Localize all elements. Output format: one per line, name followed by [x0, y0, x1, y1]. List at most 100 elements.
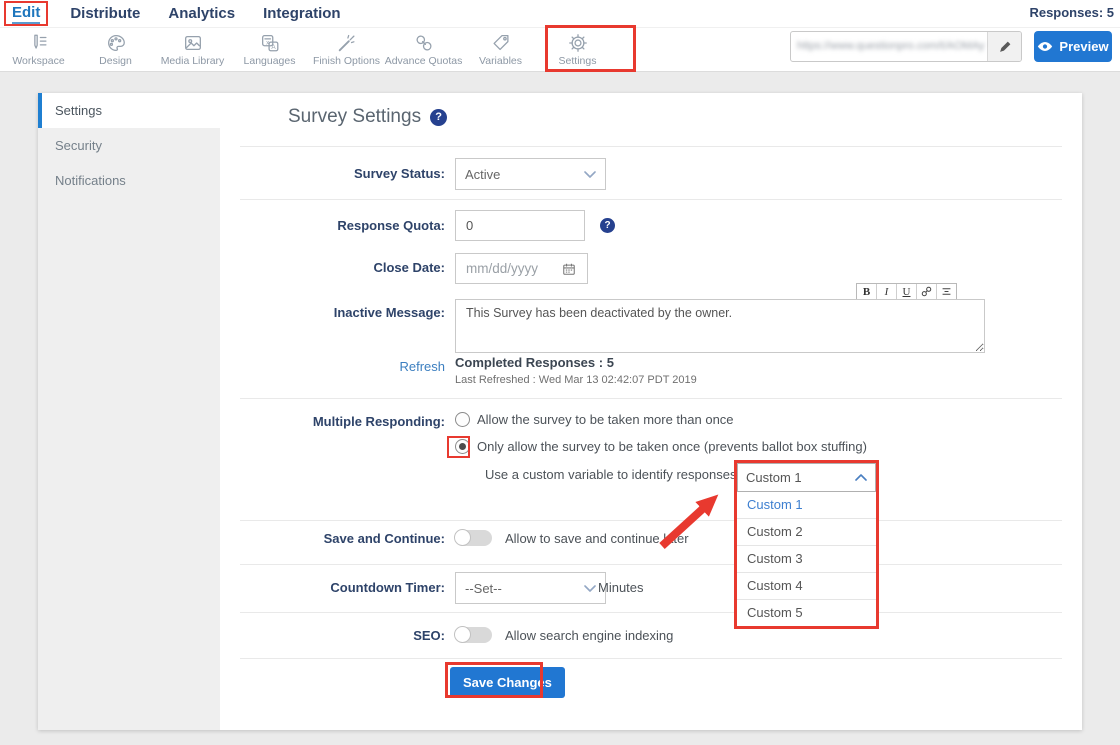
chevron-down-icon	[584, 585, 596, 592]
italic-button[interactable]: I	[877, 284, 897, 299]
sidebar-item-notifications[interactable]: Notifications	[38, 163, 220, 198]
toolbar-item-media-library[interactable]: Media Library	[154, 28, 231, 71]
nav-tab-edit[interactable]: Edit	[12, 4, 40, 24]
save-continue-label: Save and Continue:	[220, 531, 445, 546]
divider	[240, 564, 1062, 565]
seo-toggle[interactable]	[455, 627, 492, 643]
dropdown-option-custom-4[interactable]: Custom 4	[737, 573, 876, 600]
save-changes-button[interactable]: Save Changes	[450, 667, 565, 698]
toolbar-item-variables[interactable]: Variables	[462, 28, 539, 71]
radio-allow-multiple[interactable]	[455, 412, 470, 427]
link-button[interactable]	[917, 284, 937, 299]
last-refreshed-text: Last Refreshed : Wed Mar 13 02:42:07 PDT…	[455, 374, 697, 386]
questionpro-survey-settings-page: Edit Distribute Analytics Integration Re…	[0, 0, 1120, 745]
survey-status-select[interactable]: Active	[455, 158, 606, 190]
preview-button-label: Preview	[1059, 39, 1108, 54]
survey-url-input[interactable]: https://www.questionpro.com/t/AOMAy	[791, 32, 987, 61]
survey-status-value: Active	[465, 167, 500, 182]
align-button[interactable]	[937, 284, 956, 299]
edit-url-button[interactable]	[987, 32, 1021, 61]
annotation-edit-highlight: Edit	[4, 1, 48, 26]
countdown-timer-select[interactable]: --Set--	[455, 572, 606, 604]
response-quota-input[interactable]	[455, 210, 585, 241]
settings-main: Survey Settings ? Survey Status: Active …	[220, 93, 1082, 730]
nav-tab-integration[interactable]: Integration	[263, 5, 341, 22]
multiple-responding-label: Multiple Responding:	[220, 414, 445, 429]
design-icon	[105, 33, 127, 54]
nav-tab-analytics[interactable]: Analytics	[168, 5, 235, 22]
dropdown-option-custom-5[interactable]: Custom 5	[737, 600, 876, 626]
workspace-icon	[28, 33, 50, 54]
dropdown-option-custom-1[interactable]: Custom 1	[737, 492, 876, 519]
dropdown-option-custom-3[interactable]: Custom 3	[737, 546, 876, 573]
sidebar-item-settings[interactable]: Settings	[38, 93, 220, 128]
toolbar-item-label: Settings	[559, 55, 597, 67]
help-icon[interactable]: ?	[600, 218, 615, 233]
toolbar-item-label: Finish Options	[313, 55, 380, 67]
page-title-text: Survey Settings	[288, 106, 421, 128]
divider	[240, 520, 1062, 521]
close-date-field[interactable]	[455, 253, 588, 284]
radio-only-once-label: Only allow the survey to be taken once (…	[477, 439, 867, 454]
toolbar-item-advance-quotas[interactable]: Advance Quotas	[385, 28, 462, 71]
completed-responses-text: Completed Responses : 5	[455, 355, 614, 370]
align-icon	[941, 286, 952, 297]
dropdown-option-custom-2[interactable]: Custom 2	[737, 519, 876, 546]
toolbar-item-label: Design	[99, 55, 132, 67]
toolbar-item-label: Workspace	[12, 55, 64, 67]
toolbar-item-finish-options[interactable]: Finish Options	[308, 28, 385, 71]
custom-variable-dropdown: Custom 1 Custom 1 Custom 2 Custom 3 Cust…	[734, 460, 879, 629]
save-continue-toggle[interactable]	[455, 530, 492, 546]
divider	[240, 199, 1062, 200]
close-date-label: Close Date:	[220, 260, 445, 275]
chevron-down-icon	[584, 171, 596, 178]
custom-variable-label: Use a custom variable to identify respon…	[485, 467, 736, 482]
preview-button[interactable]: Preview	[1034, 31, 1112, 62]
radio-row-multiple: Allow the survey to be taken more than o…	[455, 412, 734, 427]
toolbar-item-design[interactable]: Design	[77, 28, 154, 71]
languages-icon: xA	[259, 33, 281, 54]
sidebar-item-security[interactable]: Security	[38, 128, 220, 163]
save-continue-description: Allow to save and continue later	[505, 531, 689, 546]
radio-allow-multiple-label: Allow the survey to be taken more than o…	[477, 412, 734, 427]
countdown-timer-value: --Set--	[465, 581, 502, 596]
radio-row-once: Only allow the survey to be taken once (…	[455, 439, 867, 454]
countdown-timer-label: Countdown Timer:	[220, 580, 445, 595]
refresh-link[interactable]: Refresh	[220, 359, 445, 374]
settings-gear-icon	[567, 33, 589, 54]
toolbar-item-settings[interactable]: Settings	[539, 28, 616, 71]
toolbar-item-workspace[interactable]: Workspace	[0, 28, 77, 71]
toolbar-item-label: Languages	[244, 55, 296, 67]
toolbar-item-label: Advance Quotas	[385, 55, 463, 67]
link-icon	[921, 286, 932, 297]
calendar-icon	[562, 262, 576, 276]
response-quota-label: Response Quota:	[220, 218, 445, 233]
survey-status-label: Survey Status:	[220, 166, 445, 181]
advance-quotas-icon	[413, 33, 435, 54]
help-icon[interactable]: ?	[430, 109, 447, 126]
finish-options-icon	[336, 33, 358, 54]
toolbar-item-label: Variables	[479, 55, 522, 67]
seo-description: Allow search engine indexing	[505, 628, 673, 643]
settings-sidebar: Settings Security Notifications	[38, 93, 220, 730]
close-date-input[interactable]	[456, 261, 562, 276]
inactive-message-label: Inactive Message:	[220, 305, 445, 320]
underline-button[interactable]: U	[897, 284, 917, 299]
dropdown-selected-value: Custom 1	[746, 470, 802, 485]
variables-icon	[490, 33, 512, 54]
toolbar-item-label: Media Library	[161, 55, 225, 67]
dropdown-selected[interactable]: Custom 1	[737, 463, 876, 492]
message-format-toolbar: B I U	[856, 283, 957, 300]
inactive-message-textarea[interactable]: This Survey has been deactivated by the …	[455, 299, 985, 353]
toolbar-item-languages[interactable]: xA Languages	[231, 28, 308, 71]
nav-tab-distribute[interactable]: Distribute	[70, 5, 140, 22]
page-title: Survey Settings ?	[288, 106, 447, 128]
responses-count: Responses: 5	[1029, 5, 1114, 20]
countdown-minutes-label: Minutes	[598, 580, 644, 595]
settings-card: Settings Security Notifications Survey S…	[38, 93, 1082, 730]
radio-only-once[interactable]	[455, 439, 470, 454]
divider	[240, 146, 1062, 147]
bold-button[interactable]: B	[857, 284, 877, 299]
toggle-knob	[454, 529, 471, 546]
eye-icon	[1037, 41, 1053, 52]
